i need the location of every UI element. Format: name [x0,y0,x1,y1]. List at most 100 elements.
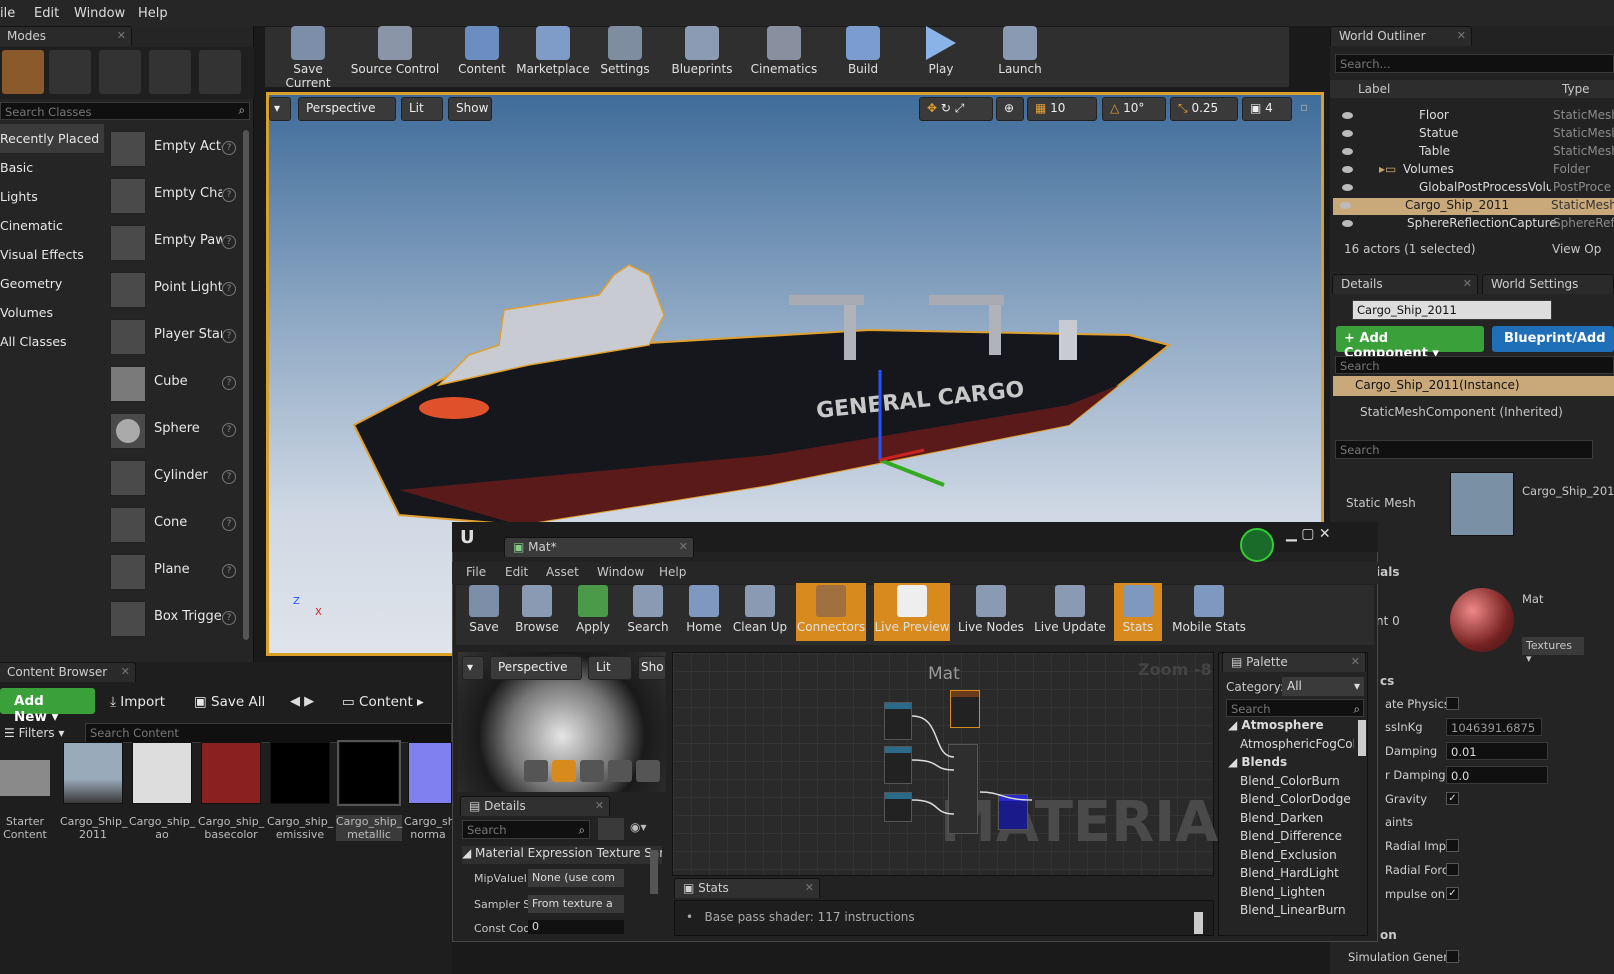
eye-icon[interactable] [1340,202,1351,209]
rotation-snap[interactable]: △ 10° [1102,97,1166,121]
asset-thumbnail[interactable] [132,742,192,804]
palette-item[interactable]: AtmosphericFogCol [1226,737,1354,756]
angular-damping-field[interactable]: 0.0 [1446,766,1548,784]
menu-edit[interactable]: Edit [34,6,59,21]
rotate-icon[interactable]: ↻ [941,101,951,115]
maximize-viewport-icon[interactable]: ▫ [1300,100,1308,114]
palette-item[interactable]: Blend_ColorBurn [1226,774,1354,793]
mobile-stats-button[interactable]: Mobile Stats [1172,583,1246,641]
palette-category-blends[interactable]: ◢ Blends [1226,755,1354,774]
help-icon[interactable]: ? [222,188,236,202]
mat-menu-edit[interactable]: Edit [505,565,528,579]
view-options-button[interactable]: View Op [1552,242,1601,256]
settings-button[interactable]: Settings [598,26,652,76]
marketplace-button[interactable]: Marketplace [515,26,591,76]
label-column[interactable]: Label [1358,82,1390,96]
palette-item[interactable]: Blend_Darken [1226,811,1354,830]
geometry-mode-icon[interactable] [199,50,241,94]
viewport-options-button[interactable]: ▾ [269,97,291,121]
category-lights[interactable]: Lights [0,182,104,211]
constraints-label[interactable]: aints [1385,815,1413,829]
modes-tab[interactable]: Modes ✕ [0,26,132,46]
perspective-button[interactable]: Perspective [298,97,396,121]
gravity-checkbox[interactable]: ✓ [1446,792,1459,805]
category-recently-placed[interactable]: Recently Placed [0,124,104,153]
eye-icon[interactable] [1342,220,1353,227]
preview-show-button[interactable]: Sho [638,656,666,680]
outliner-search-input[interactable]: Search... [1335,54,1614,73]
const-coordinate-field[interactable]: 0 [528,920,624,934]
stats-tab[interactable]: ▣ Stats ✕ [674,878,820,898]
content-path[interactable]: ▭ Content ▸ [342,694,424,710]
place-item[interactable]: Cube? [108,363,240,405]
outliner-row[interactable]: GlobalPostProcessVolumePostProce [1335,180,1614,197]
asset-thumbnail[interactable] [408,742,452,804]
content-button[interactable]: Content [456,26,508,76]
place-item[interactable]: Cone? [108,504,240,546]
outliner-row[interactable]: SphereReflectionCapture SphereRef [1335,216,1614,233]
stats-scrollbar[interactable] [1194,912,1203,934]
materials-header[interactable]: ials [1376,565,1399,579]
sphere-preview-icon[interactable] [552,760,576,782]
outliner-row[interactable]: Table StaticMesh [1335,144,1614,161]
help-icon[interactable]: ? [222,470,236,484]
live-nodes-button[interactable]: Live Nodes [958,583,1024,641]
world-outliner-tab[interactable]: World Outliner ✕ [1330,26,1472,46]
preview-lit-button[interactable]: Lit [588,656,632,680]
camera-speed[interactable]: ▣ 4 [1242,97,1292,121]
eye-icon[interactable] [1342,184,1353,191]
preview-perspective-button[interactable]: Perspective [490,656,582,680]
sampler-source-dropdown[interactable]: From texture a [528,895,624,913]
details-search-input[interactable]: Search [1335,440,1593,459]
mat-asset-tab[interactable]: ▣ Mat* ✕ [504,537,694,557]
mat-details-scrollbar[interactable] [650,850,658,894]
place-mode-icon[interactable] [2,50,44,94]
static-mesh-thumbnail[interactable] [1450,472,1514,536]
clean-up-button[interactable]: Clean Up [732,583,788,641]
source-control-button[interactable]: Source Control [350,26,440,76]
components-search-input[interactable]: Search [1335,356,1614,374]
property-matrix-icon[interactable] [598,818,624,840]
palette-item[interactable]: Blend_Lighten [1226,885,1354,904]
live-update-button[interactable]: Live Update [1034,583,1106,641]
category-dropdown[interactable]: All ▾ [1282,677,1364,696]
menu-file[interactable]: ile [0,6,15,21]
expression-section-header[interactable]: ◢ Material Expression Texture Sam [462,846,662,864]
mat-save-button[interactable]: Save [464,583,504,641]
outliner-row[interactable]: Floor StaticMesh [1335,108,1614,125]
palette-item[interactable]: Blend_Exclusion [1226,848,1354,867]
radial-force-checkbox[interactable] [1446,863,1459,876]
source-control-status-icon[interactable] [1240,528,1274,562]
actor-name-field[interactable]: Cargo_Ship_2011 [1352,300,1552,320]
mat-menu-window[interactable]: Window [597,565,644,579]
lit-button[interactable]: Lit [401,97,443,121]
cube-preview-icon[interactable] [608,760,632,782]
palette-tab[interactable]: ▤ Palette ✕ [1222,652,1366,672]
filters-button[interactable]: ☰ Filters ▾ [4,726,64,740]
asset-thumbnail-selected[interactable] [337,740,401,806]
help-icon[interactable]: ? [222,423,236,437]
help-icon[interactable]: ? [222,517,236,531]
asset-thumbnail[interactable] [201,742,261,804]
eye-icon[interactable] [1342,112,1353,119]
grid-snap[interactable]: ▦ 10 [1027,97,1097,121]
help-icon[interactable]: ? [222,564,236,578]
paint-mode-icon[interactable] [49,50,91,94]
help-icon[interactable]: ? [222,611,236,625]
palette-item[interactable]: Blend_LinearBurn [1226,903,1354,922]
connectors-button[interactable]: Connectors [796,583,866,641]
place-item[interactable]: Sphere? [108,410,240,452]
save-current-button[interactable]: Save Current [270,26,346,90]
help-icon[interactable]: ? [222,329,236,343]
world-local-icon[interactable]: ⊕ [996,97,1024,121]
foliage-mode-icon[interactable] [149,50,191,94]
preview-options-button[interactable]: ▾ [462,656,484,680]
place-item[interactable]: Point Light? [108,269,240,311]
content-search-input[interactable]: Search Content [85,723,452,743]
mat-menu-help[interactable]: Help [659,565,686,579]
material-name[interactable]: Mat [1522,592,1543,606]
stats-button[interactable]: Stats [1114,583,1162,641]
help-icon[interactable]: ? [222,235,236,249]
window-controls[interactable]: ▁ ▢ ✕ [1286,526,1331,542]
cinematics-button[interactable]: Cinematics [749,26,819,76]
